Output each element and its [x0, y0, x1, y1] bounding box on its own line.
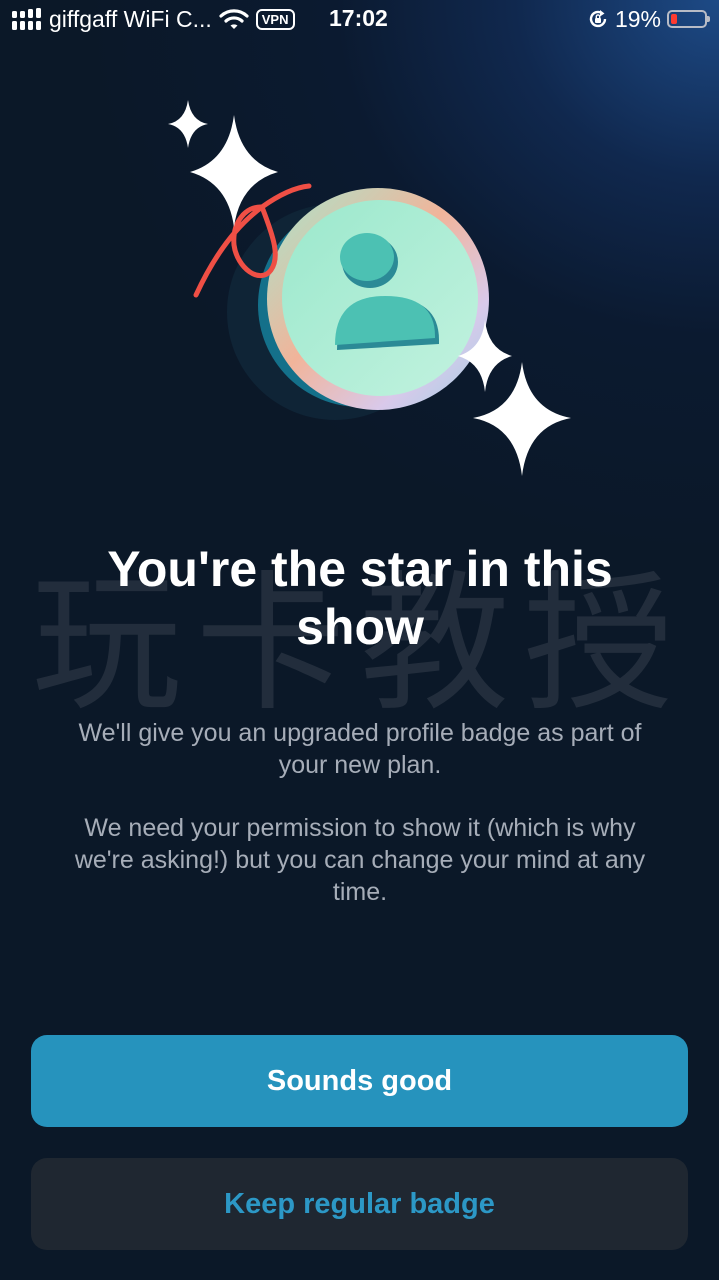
status-left: giffgaff WiFi C... VPN: [12, 5, 295, 33]
description-paragraph-2: We need your permission to show it (whic…: [74, 814, 646, 906]
sounds-good-button[interactable]: Sounds good: [31, 1035, 688, 1127]
keep-regular-badge-button[interactable]: Keep regular badge: [31, 1158, 688, 1250]
rotation-lock-icon: [589, 10, 607, 28]
battery-icon: [667, 10, 710, 28]
profile-badge-icon: [267, 188, 489, 410]
description-paragraph-1: We'll give you an upgraded profile badge…: [78, 719, 642, 779]
status-bar: giffgaff WiFi C... VPN 17:02 19%: [0, 0, 719, 40]
hero-illustration: [168, 100, 571, 476]
page-title: You're the star in this show: [107, 541, 613, 655]
carrier-name: giffgaff WiFi C...: [49, 5, 212, 32]
signal-icon: [12, 8, 41, 30]
battery-level: [671, 14, 677, 24]
battery-percent: 19%: [614, 5, 661, 32]
status-time: 17:02: [329, 5, 388, 31]
wifi-icon: [219, 9, 249, 29]
status-right: 19%: [587, 5, 710, 33]
sparkle-icon: [168, 100, 208, 148]
vpn-badge: VPN: [255, 8, 295, 30]
